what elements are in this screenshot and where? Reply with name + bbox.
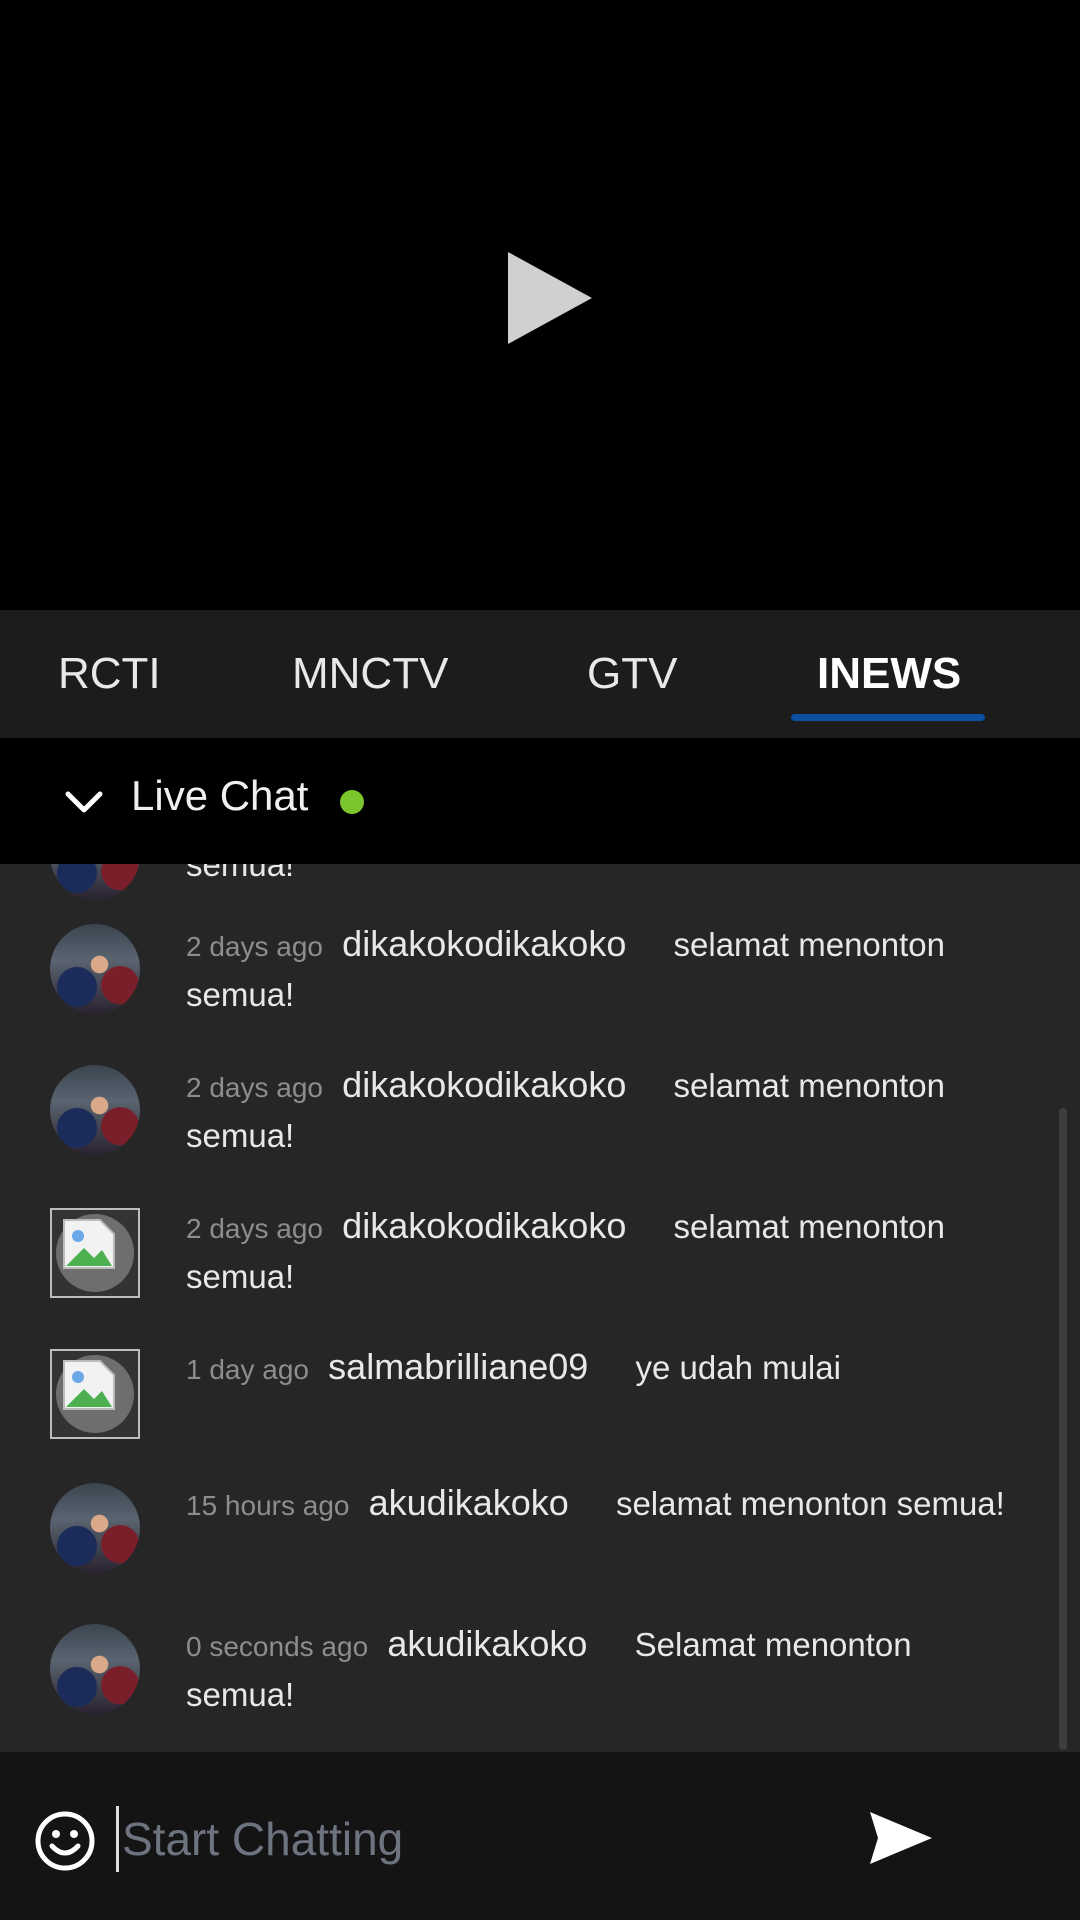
emoji-icon[interactable] — [34, 1810, 96, 1872]
live-status-dot — [340, 790, 364, 814]
tab-gtv[interactable]: GTV — [587, 610, 677, 738]
text-caret — [116, 1806, 119, 1872]
message-username[interactable]: akudikakoko — [369, 1482, 569, 1523]
avatar — [50, 1065, 140, 1155]
broken-image-icon — [63, 1360, 115, 1410]
avatar — [50, 1483, 140, 1573]
chat-input[interactable] — [120, 1800, 844, 1878]
broken-image-avatar — [50, 1349, 140, 1439]
active-tab-indicator — [791, 714, 985, 721]
avatar — [50, 864, 140, 900]
avatar — [50, 924, 140, 1014]
message-username[interactable]: dikakokodikakoko — [342, 923, 626, 964]
live-chat-header[interactable]: Live Chat — [0, 738, 1080, 864]
message-timestamp: 15 hours ago — [186, 1490, 350, 1521]
chat-message-list[interactable]: semua! 2 days ago dikakokodikakoko selam… — [0, 864, 1080, 1752]
message-timestamp: 2 days ago — [186, 931, 323, 962]
message-username[interactable]: salmabrilliane09 — [328, 1346, 588, 1387]
message-text: selamat menonton semua! — [615, 1485, 1005, 1522]
message-username[interactable]: akudikakoko — [387, 1623, 587, 1664]
message-username[interactable]: dikakokodikakoko — [342, 1205, 626, 1246]
message-username[interactable]: dikakokodikakoko — [342, 1064, 626, 1105]
broken-image-avatar — [50, 1208, 140, 1298]
message-timestamp: 2 days ago — [186, 1213, 323, 1244]
message-timestamp: 1 day ago — [186, 1354, 309, 1385]
tab-mnctv[interactable]: MNCTV — [292, 610, 448, 738]
tab-rcti[interactable]: RCTI — [58, 610, 161, 738]
avatar — [50, 1624, 140, 1714]
chevron-down-icon[interactable] — [64, 782, 104, 822]
send-icon[interactable] — [866, 1808, 936, 1868]
message-timestamp: 2 days ago — [186, 1072, 323, 1103]
broken-image-icon — [63, 1219, 115, 1269]
message-timestamp: 0 seconds ago — [186, 1631, 369, 1662]
chat-scrollbar[interactable] — [1059, 1108, 1067, 1750]
live-chat-title: Live Chat — [131, 772, 309, 819]
message-text: ye udah mulai — [635, 1349, 841, 1386]
chat-composer — [0, 1752, 1080, 1920]
message-text-partial: semua! — [186, 864, 295, 883]
play-icon[interactable] — [500, 248, 600, 348]
video-player[interactable] — [0, 0, 1080, 610]
